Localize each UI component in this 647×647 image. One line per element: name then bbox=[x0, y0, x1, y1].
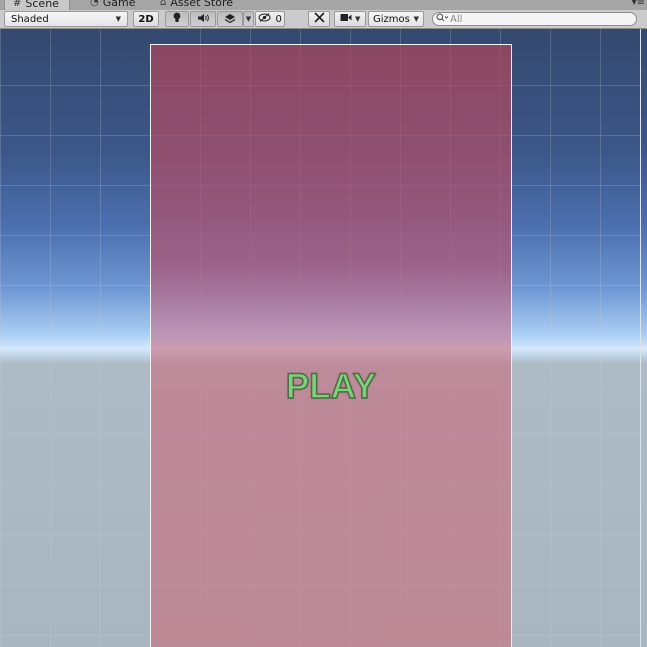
tab-asset-store-label: Asset Store bbox=[170, 0, 233, 9]
shading-mode-label: Shaded bbox=[11, 13, 49, 25]
speaker-icon bbox=[197, 13, 210, 26]
gizmos-label: Gizmos bbox=[373, 13, 410, 25]
ui-canvas-bounds[interactable] bbox=[150, 44, 512, 647]
effects-dropdown-button[interactable]: ▼ bbox=[243, 11, 254, 27]
hidden-objects-count: 0 bbox=[275, 13, 282, 25]
scene-visibility-button[interactable]: 0 bbox=[255, 11, 285, 27]
2d-toggle-label: 2D bbox=[138, 13, 154, 25]
pacman-icon: ◔ bbox=[90, 0, 99, 8]
store-icon: ⌂ bbox=[160, 0, 167, 8]
scene-window: # Scene ◔ Game ⌂ Asset Store ▾≡ Shaded ▼… bbox=[0, 0, 647, 647]
camera-settings-button[interactable]: ▼ bbox=[334, 11, 366, 27]
dropdown-caret-icon: ▼ bbox=[245, 15, 252, 23]
lightbulb-icon bbox=[172, 12, 182, 26]
tab-game-label: Game bbox=[102, 0, 136, 9]
dropdown-caret-icon: ▼ bbox=[354, 15, 361, 23]
audio-toggle-button[interactable] bbox=[190, 11, 216, 27]
dropdown-caret-icon: ▼ bbox=[413, 15, 419, 23]
scene-grid-line bbox=[50, 29, 51, 647]
window-menu-icon[interactable]: ▾≡ bbox=[632, 0, 645, 8]
hash-icon: # bbox=[13, 0, 22, 9]
scene-grid-line bbox=[600, 29, 601, 647]
scene-viewport[interactable]: PLAY bbox=[0, 29, 647, 647]
scene-grid-line bbox=[550, 29, 551, 647]
tab-scene[interactable]: # Scene bbox=[4, 0, 70, 10]
scene-toolbar: Shaded ▼ 2D ▼ 0 ▼ Gizmos ▼ All bbox=[0, 10, 647, 29]
tab-asset-store[interactable]: ⌂ Asset Store bbox=[154, 0, 239, 10]
dropdown-caret-icon: ▼ bbox=[115, 15, 121, 23]
search-placeholder: All bbox=[450, 13, 463, 25]
2d-toggle-button[interactable]: 2D bbox=[133, 11, 159, 27]
effects-toggle-button[interactable] bbox=[217, 11, 243, 27]
gizmos-dropdown[interactable]: Gizmos ▼ bbox=[368, 11, 424, 27]
tab-strip: # Scene ◔ Game ⌂ Asset Store ▾≡ bbox=[0, 0, 647, 10]
tools-toggle-button[interactable] bbox=[308, 11, 330, 27]
effects-layers-icon bbox=[224, 13, 236, 26]
viewport-edge bbox=[640, 29, 641, 647]
hierarchy-search-field[interactable]: All bbox=[432, 12, 637, 26]
tab-game[interactable]: ◔ Game bbox=[84, 0, 141, 10]
eye-slash-icon bbox=[258, 13, 271, 25]
tools-icon bbox=[313, 12, 325, 26]
search-icon bbox=[436, 13, 449, 25]
play-button-text[interactable]: PLAY bbox=[150, 366, 512, 407]
camera-icon bbox=[340, 13, 352, 25]
lighting-toggle-button[interactable] bbox=[165, 11, 189, 27]
scene-grid-line bbox=[100, 29, 101, 647]
scene-grid-line bbox=[0, 29, 1, 647]
shading-mode-dropdown[interactable]: Shaded ▼ bbox=[4, 11, 128, 27]
tab-scene-label: Scene bbox=[25, 0, 59, 10]
